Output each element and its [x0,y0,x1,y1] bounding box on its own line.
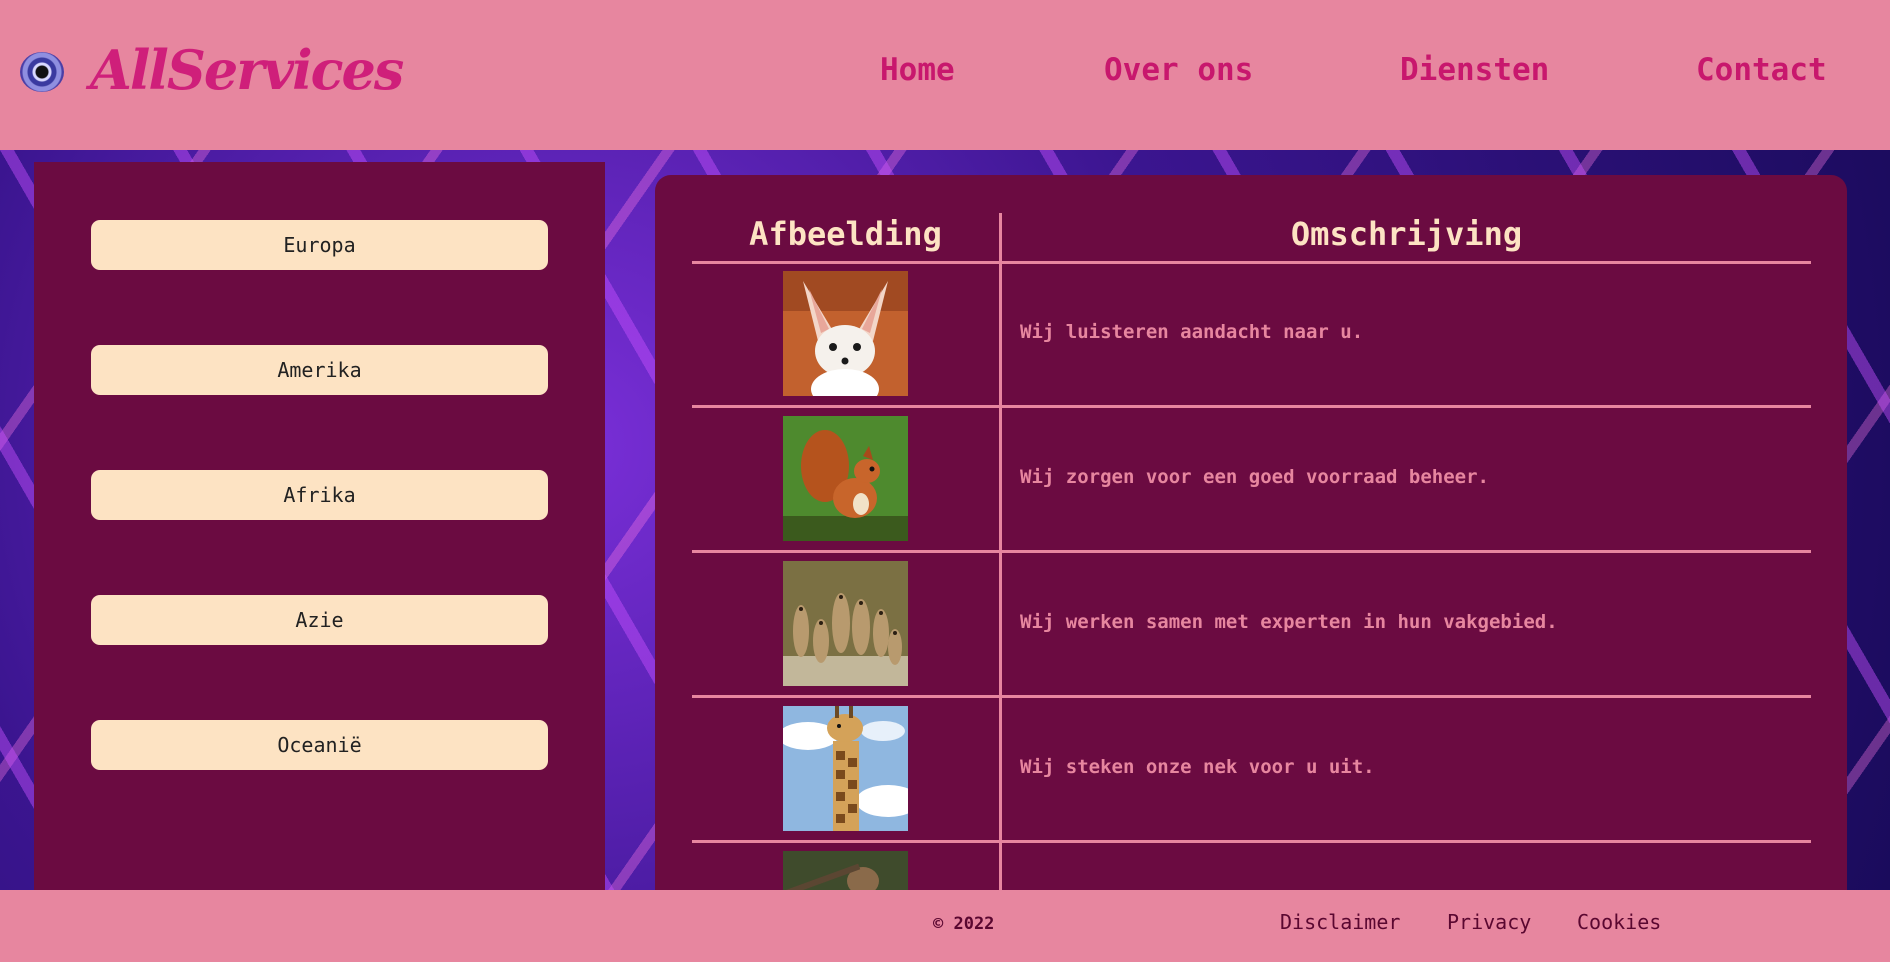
site-footer: © 2022 Disclaimer Privacy Cookies [0,890,1890,962]
footer-link-disclaimer[interactable]: Disclaimer [1280,910,1400,934]
copyright-text: © 2022 [933,914,995,934]
header-omschrijving: Omschrijving [1290,215,1523,253]
row-description: Wij zorgen voor een goed voorraad beheer… [1020,466,1489,488]
region-sidebar: Europa Amerika Afrika Azie Oceanië [34,162,605,890]
region-button-europa[interactable]: Europa [91,220,548,270]
footer-link-privacy[interactable]: Privacy [1447,910,1531,934]
services-table: Afbeelding Omschrijving Wij luisteren aa… [655,175,1847,890]
fennec-fox-photo [783,271,908,396]
header-divider [692,261,1811,264]
site-header: AllServices Home Over ons Diensten Conta… [0,0,1890,150]
brand-logo[interactable]: AllServices [90,38,404,102]
nav-diensten[interactable]: Diensten [1400,52,1549,88]
row-divider [692,550,1811,553]
monkey-photo [783,851,908,890]
row-description: Wij steken onze nek voor u uit. [1020,756,1375,778]
row-divider [692,695,1811,698]
region-button-afrika[interactable]: Afrika [91,470,548,520]
region-button-oceanie[interactable]: Oceanië [91,720,548,770]
region-button-azie[interactable]: Azie [91,595,548,645]
region-button-amerika[interactable]: Amerika [91,345,548,395]
nav-home[interactable]: Home [880,52,955,88]
row-divider [692,840,1811,843]
logo-eye-icon[interactable] [20,52,64,92]
row-description: Wij luisteren aandacht naar u. [1020,321,1364,343]
giraffe-photo [783,706,908,831]
header-afbeelding: Afbeelding [749,215,942,253]
footer-link-cookies[interactable]: Cookies [1577,910,1661,934]
squirrel-photo [783,416,908,541]
row-description: Wij werken samen met experten in hun vak… [1020,611,1558,633]
row-divider [692,405,1811,408]
meerkats-photo [783,561,908,686]
nav-contact[interactable]: Contact [1696,52,1827,88]
nav-over-ons[interactable]: Over ons [1104,52,1253,88]
